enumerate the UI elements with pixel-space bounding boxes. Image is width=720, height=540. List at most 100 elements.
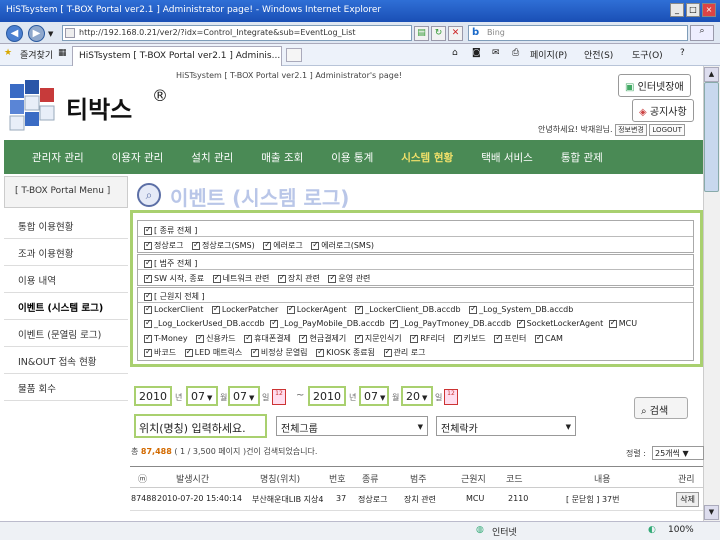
to-day-select[interactable]: 20 ▼ xyxy=(401,386,433,406)
type-all-checkbox[interactable]: [ 종류 전체 ] xyxy=(144,225,197,236)
from-month-select[interactable]: 07 ▼ xyxy=(186,386,218,406)
origin-option[interactable]: CAM xyxy=(534,333,563,343)
origin-option[interactable]: 현금결제기 xyxy=(299,333,346,343)
scroll-down-icon[interactable]: ▼ xyxy=(704,505,719,520)
print-icon[interactable]: ⎙ xyxy=(512,48,519,58)
from-year-select[interactable]: 2010 xyxy=(134,386,172,406)
origin-option[interactable]: _LockerClient_DB.accdb xyxy=(355,304,461,314)
origin-option[interactable]: LockerAgent xyxy=(286,304,347,314)
toolbar-safety[interactable]: 안전(S) xyxy=(584,48,613,61)
sidebar-item-usage-history[interactable]: 이용 내역 xyxy=(4,266,128,293)
type-option[interactable]: 에러로그(SMS) xyxy=(311,240,374,250)
origin-option[interactable]: LED 매트릭스 xyxy=(184,347,242,357)
origin-option[interactable]: _Log_PayTmoney_DB.accdb xyxy=(390,318,511,328)
menu-sales[interactable]: 매출 조회 xyxy=(233,150,303,165)
origin-option[interactable]: LockerPatcher xyxy=(211,304,278,314)
menu-stats[interactable]: 이용 통계 xyxy=(303,150,373,165)
sidebar-item-integrated-usage[interactable]: 통합 이용현황 xyxy=(4,212,128,239)
toolbar-tools[interactable]: 도구(O) xyxy=(632,48,663,61)
origin-option[interactable]: RF리더 xyxy=(410,333,445,343)
locker-select[interactable]: 전체락카 ▼ xyxy=(436,416,576,436)
origin-option[interactable]: _Log_LockerUsed_DB.accdb xyxy=(144,318,265,328)
forward-arrow-icon[interactable]: ▶ xyxy=(28,25,45,42)
menu-users[interactable]: 이용자 관리 xyxy=(84,150,164,165)
refresh-icon[interactable]: ↻ xyxy=(431,26,446,41)
origin-option[interactable]: 키보드 xyxy=(453,333,486,343)
origin-option[interactable]: 신용카드 xyxy=(196,333,236,343)
origin-option[interactable]: MCU xyxy=(608,318,637,328)
feeds-icon[interactable]: ◙ xyxy=(472,48,481,58)
origin-option[interactable]: LockerClient xyxy=(144,304,203,314)
mail-icon[interactable]: ✉ xyxy=(492,48,500,58)
delete-button[interactable]: 삭제 xyxy=(676,492,699,507)
to-year-select[interactable]: 2010 xyxy=(308,386,346,406)
tab-grid-icon[interactable]: ▦ xyxy=(58,48,67,58)
fault-button[interactable]: ▣ 인터넷장애 xyxy=(618,74,691,97)
origin-option[interactable]: 비정상 문열림 xyxy=(250,347,308,357)
menu-system[interactable]: 시스템 현황 xyxy=(373,150,453,165)
sort-select[interactable]: 25개씩 ▼ xyxy=(652,446,704,460)
sidebar-item-excess-usage[interactable]: 조과 이용현황 xyxy=(4,239,128,266)
origin-option[interactable]: SocketLockerAgent xyxy=(516,318,603,328)
group-select[interactable]: 전체그룹 ▼ xyxy=(276,416,428,436)
browser-tab[interactable]: HiSTsystem [ T-BOX Portal ver2.1 ] Admin… xyxy=(72,46,282,66)
toolbar-page[interactable]: 페이지(P) xyxy=(530,48,567,61)
menu-install[interactable]: 설치 관리 xyxy=(163,150,233,165)
origin-options-row2: _Log_LockerUsed_DB.accdb _Log_PayMobile_… xyxy=(144,318,640,328)
menu-delivery[interactable]: 택배 서비스 xyxy=(453,150,533,165)
origin-option[interactable]: 휴대폰결제 xyxy=(244,333,291,343)
origin-option[interactable]: _Log_PayMobile_DB.accdb xyxy=(270,318,385,328)
search-go-icon[interactable]: ⌕ xyxy=(690,25,714,41)
origin-option[interactable]: 지문인식기 xyxy=(354,333,402,343)
category-option[interactable]: 장치 관련 xyxy=(277,273,320,283)
type-option[interactable]: 정상로그 xyxy=(144,240,183,250)
from-day-select[interactable]: 07 ▼ xyxy=(228,386,260,406)
category-option[interactable]: 네트워크 관련 xyxy=(212,273,269,283)
origin-option[interactable]: KIOSK 종료됨 xyxy=(316,347,375,357)
type-option[interactable]: 에러로그 xyxy=(263,240,303,250)
stop-icon[interactable]: ✕ xyxy=(448,26,463,41)
menu-admin[interactable]: 관리자 관리 xyxy=(4,150,84,165)
help-icon[interactable]: ? xyxy=(680,48,685,58)
logout-button[interactable]: LOGOUT xyxy=(649,124,685,136)
favorites-star-icon[interactable]: ★ xyxy=(4,48,12,58)
search-box[interactable]: Bing xyxy=(468,25,688,41)
edit-info-button[interactable]: 정보변경 xyxy=(615,124,647,136)
origin-all-checkbox[interactable]: [ 근원지 전체 ] xyxy=(144,291,205,302)
registered-mark: ® xyxy=(152,86,168,105)
scroll-thumb[interactable] xyxy=(704,82,719,192)
origin-option[interactable]: 관리 로그 xyxy=(383,347,425,357)
type-option[interactable]: 정상로그(SMS) xyxy=(192,240,255,250)
close-button[interactable]: × xyxy=(702,3,716,17)
maximize-button[interactable]: □ xyxy=(686,3,700,17)
origin-option[interactable]: 바코드 xyxy=(144,347,176,357)
origin-option[interactable]: _Log_System_DB.accdb xyxy=(469,304,573,314)
history-dropdown-icon[interactable]: ▼ xyxy=(48,30,53,38)
sidebar-item-door-log[interactable]: 이벤트 (문열림 로그) xyxy=(4,320,128,347)
compat-view-icon[interactable]: ▤ xyxy=(414,26,429,41)
sidebar-item-recovery[interactable]: 물품 회수 xyxy=(4,374,128,401)
search-button[interactable]: ⌕ 검색 xyxy=(634,397,688,419)
favorites-label[interactable]: 즐겨찾기 xyxy=(20,48,53,61)
address-input[interactable]: http://192.168.0.21/ver2/?idx=Control_In… xyxy=(62,25,412,41)
category-option[interactable]: SW 시작, 종료 xyxy=(144,273,204,283)
category-all-checkbox[interactable]: [ 범주 전체 ] xyxy=(144,258,197,269)
minimize-button[interactable]: _ xyxy=(670,3,684,17)
to-month-select[interactable]: 07 ▼ xyxy=(359,386,389,406)
origin-option[interactable]: 프린터 xyxy=(494,333,526,343)
category-option[interactable]: 운영 관련 xyxy=(328,273,370,283)
location-input[interactable]: 위치(명칭) 입력하세요. xyxy=(134,414,267,438)
notice-button[interactable]: ◈ 공지사항 xyxy=(632,99,694,122)
zoom-level[interactable]: 100% xyxy=(668,525,694,535)
calendar-to-icon[interactable]: 12 xyxy=(444,389,458,405)
col-select[interactable]: ⓜ xyxy=(138,472,147,485)
calendar-from-icon[interactable]: 12 xyxy=(272,389,286,405)
scroll-up-icon[interactable]: ▲ xyxy=(704,67,719,82)
sidebar-item-inout[interactable]: IN&OUT 접속 현황 xyxy=(4,347,128,374)
back-arrow-icon[interactable]: ◀ xyxy=(6,25,23,42)
sidebar-item-system-log[interactable]: 이벤트 (시스템 로그) xyxy=(4,293,128,320)
origin-option[interactable]: T-Money xyxy=(144,333,188,343)
new-tab-button[interactable] xyxy=(286,48,302,62)
home-icon[interactable]: ⌂ xyxy=(452,48,458,58)
menu-control[interactable]: 통합 관제 xyxy=(533,150,603,165)
